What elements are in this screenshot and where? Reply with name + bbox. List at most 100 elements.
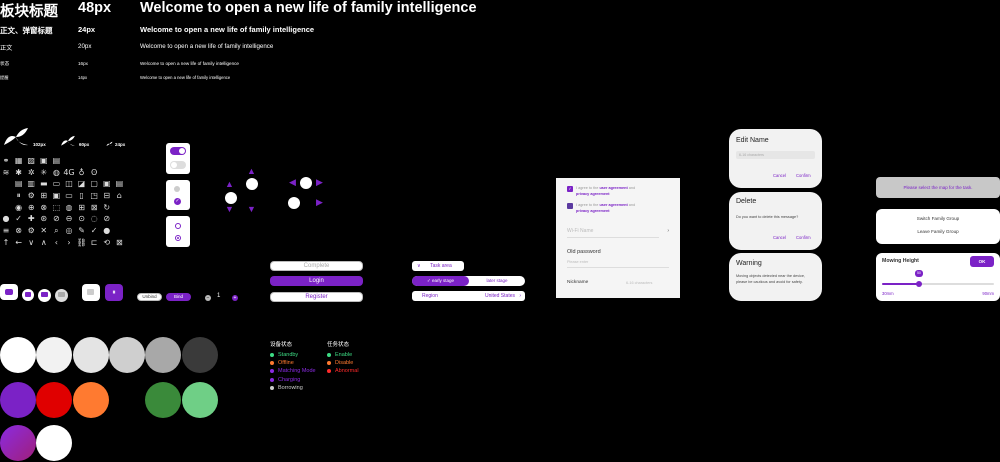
pause-button[interactable]: ⏸ xyxy=(105,284,123,301)
type-sample-reminder: Welcome to open a new life of family int… xyxy=(140,75,231,80)
slider-fill xyxy=(882,283,919,285)
color-swatch xyxy=(72,382,109,418)
status-dot-icon xyxy=(327,369,331,374)
joystick-knob[interactable] xyxy=(246,178,258,190)
library-icon: ⛓ xyxy=(76,237,87,247)
type-size-h2: 24px xyxy=(78,25,96,34)
radio-unselected[interactable] xyxy=(175,223,181,229)
library-icon: ‹ xyxy=(54,237,58,247)
ok-button[interactable]: OK xyxy=(970,256,994,267)
chat-button[interactable] xyxy=(0,284,18,300)
arrow-right-icon[interactable]: ▶ xyxy=(316,177,323,188)
library-icon xyxy=(88,155,100,167)
message-button[interactable] xyxy=(38,289,51,302)
status-dot-icon xyxy=(270,385,274,390)
color-swatch xyxy=(72,337,109,373)
joystick-knob-2[interactable] xyxy=(288,197,300,209)
library-icon: ∨ xyxy=(28,237,35,247)
library-icon: ⊙ xyxy=(78,214,85,224)
leave-group-item[interactable]: Leave Family Group xyxy=(876,229,1000,234)
radio-panel xyxy=(166,216,190,247)
pause-button-light[interactable] xyxy=(82,284,100,301)
library-icon: ≋ xyxy=(2,167,10,177)
radio-selected[interactable] xyxy=(175,235,181,241)
switch-on[interactable] xyxy=(170,147,186,155)
confirm-button[interactable]: Confirm xyxy=(796,235,811,240)
switch-group-item[interactable]: Switch Family Group xyxy=(876,216,1000,221)
type-size-body: 20px xyxy=(78,43,92,50)
stepper-value[interactable]: 1 xyxy=(217,293,220,299)
library-icon: ⊏ xyxy=(90,237,98,247)
complete-button[interactable]: Complete xyxy=(270,261,363,271)
cancel-button[interactable]: Cancel xyxy=(773,235,786,240)
library-icon: ● xyxy=(2,214,10,224)
arrow-down-icon-2[interactable]: ▼ xyxy=(247,204,256,214)
login-button[interactable]: Login xyxy=(270,276,363,286)
library-icon: ▨ xyxy=(27,156,35,165)
device-status-item: Borrowing xyxy=(270,384,316,392)
task-status-title: 任务状态 xyxy=(327,342,350,348)
confirm-button[interactable]: Confirm xyxy=(796,173,811,178)
arrow-left-icon[interactable]: ◀ xyxy=(289,177,296,188)
unbind-button[interactable]: Unbind xyxy=(137,293,162,301)
logo-size-small: 24px xyxy=(115,142,126,147)
arrow-up-icon[interactable]: ▲ xyxy=(247,166,256,176)
joystick-knob[interactable] xyxy=(300,177,312,189)
library-icon: ▤ xyxy=(14,179,23,189)
cancel-button[interactable]: Cancel xyxy=(773,173,786,178)
chat-button-round[interactable] xyxy=(22,289,34,301)
later-stage-tab[interactable]: later stage xyxy=(469,276,525,286)
old-password-input[interactable]: Please enter xyxy=(567,260,669,268)
bind-button[interactable]: Bind xyxy=(166,293,191,301)
agreement-checkbox-1[interactable]: ✓ xyxy=(567,186,573,192)
delete-dialog: Delete Do you want to delete this messag… xyxy=(729,192,822,250)
color-swatch xyxy=(0,382,36,418)
library-icon: ▣ xyxy=(52,191,61,201)
privacy-agreement-link-2[interactable]: privacy agreement xyxy=(576,209,610,213)
task-area-dropdown[interactable]: ∨ Task area xyxy=(412,261,464,271)
dialog-message: Moving objects detected near the device,… xyxy=(736,274,806,284)
family-group-menu: Switch Family Group Leave Family Group xyxy=(876,209,1000,244)
status-label: Borrowing xyxy=(278,384,303,391)
register-button[interactable]: Register xyxy=(270,292,363,302)
arrow-right-icon-2[interactable]: ▶ xyxy=(316,197,323,208)
device-status-item: Offline xyxy=(270,359,316,367)
user-agreement-link-2[interactable]: user agreement xyxy=(599,203,627,207)
old-password-label: Old password xyxy=(567,249,601,255)
library-icon: ⊞ xyxy=(78,202,85,212)
stepper-minus-button[interactable]: − xyxy=(205,295,211,301)
library-icon: ▭ xyxy=(65,191,73,201)
stepper-plus-button[interactable]: + xyxy=(232,295,238,301)
agreement-checkbox-2[interactable] xyxy=(567,203,573,209)
arrow-left-icon[interactable]: ▲ xyxy=(225,179,234,189)
chevron-right-icon: › xyxy=(519,293,521,299)
early-stage-tab[interactable]: ✓ early stage xyxy=(412,276,469,286)
region-selector[interactable]: Region United States › xyxy=(412,291,525,301)
joystick-knob-2[interactable] xyxy=(225,192,237,204)
library-icon: ⊕ xyxy=(27,202,35,212)
message-button-disabled[interactable] xyxy=(55,289,68,302)
wifi-name-input[interactable]: Wi-Fi Name › xyxy=(567,228,669,238)
privacy-agreement-link[interactable]: privacy agreement xyxy=(576,192,610,196)
library-icon xyxy=(113,202,125,214)
library-icon: ⊖ xyxy=(65,214,73,224)
height-slider-track[interactable]: 50 xyxy=(882,270,994,287)
logo-icon-small xyxy=(106,141,113,147)
arrow-down-icon[interactable]: ▼ xyxy=(225,204,234,214)
library-icon: ⟲ xyxy=(103,237,111,247)
slider-thumb[interactable] xyxy=(915,281,922,287)
name-input[interactable]: 6-16 characters xyxy=(736,151,815,159)
stage-segmented-control: ✓ early stage later stage xyxy=(412,276,525,286)
library-icon xyxy=(0,178,12,190)
library-icon: ▣ xyxy=(102,179,111,189)
library-icon: ⌕ xyxy=(54,226,59,236)
task-area-label: Task area xyxy=(430,263,452,269)
library-icon: ✳ xyxy=(40,167,48,177)
checkbox-unchecked[interactable] xyxy=(174,186,180,192)
check-icon: ✓ xyxy=(426,278,431,283)
library-icon: ⌂ xyxy=(116,191,122,201)
mowing-height-title: Mowing Height xyxy=(882,258,919,264)
checkbox-checked[interactable]: ✓ xyxy=(174,198,181,205)
switch-off[interactable] xyxy=(170,161,186,169)
user-agreement-link[interactable]: user agreement xyxy=(599,186,627,190)
